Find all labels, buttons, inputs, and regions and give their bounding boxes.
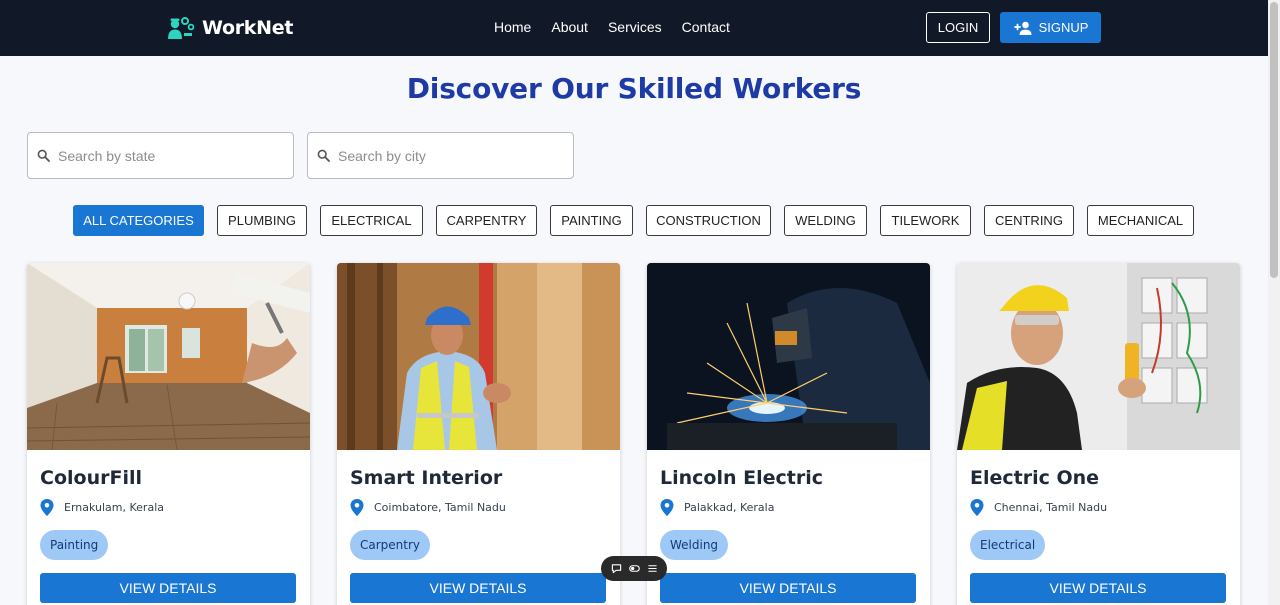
worker-card: ColourFill Ernakulam, Kerala Painting VI… xyxy=(27,263,310,605)
category-plumbing[interactable]: PLUMBING xyxy=(217,205,307,236)
category-painting[interactable]: PAINTING xyxy=(550,205,633,236)
category-tilework[interactable]: TILEWORK xyxy=(880,205,971,236)
view-details-button[interactable]: VIEW DETAILS xyxy=(970,573,1226,603)
category-carpentry[interactable]: CARPENTRY xyxy=(436,205,537,236)
category-electrical[interactable]: ELECTRICAL xyxy=(320,205,423,236)
view-details-button[interactable]: VIEW DETAILS xyxy=(350,573,606,603)
category-centring[interactable]: CENTRING xyxy=(984,205,1074,236)
carpenter-photo xyxy=(337,263,620,450)
painting-room-photo xyxy=(27,263,310,450)
worker-location-text: Ernakulam, Kerala xyxy=(64,501,164,514)
worker-location: Chennai, Tamil Nadu xyxy=(970,499,1107,516)
main-nav: Home About Services Contact xyxy=(494,19,730,35)
location-pin-icon xyxy=(40,499,54,516)
comment-icon[interactable] xyxy=(610,563,622,575)
worker-name: Electric One xyxy=(970,467,1100,489)
state-search-input[interactable] xyxy=(58,147,278,164)
signup-button[interactable]: SIGNUP xyxy=(1000,12,1101,43)
welder-photo xyxy=(647,263,930,450)
search-icon xyxy=(37,149,50,162)
worker-category-badge: Carpentry xyxy=(350,530,431,560)
worker-location-text: Chennai, Tamil Nadu xyxy=(994,501,1108,514)
menu-icon[interactable] xyxy=(646,563,658,575)
worker-card: Electric One Chennai, Tamil Nadu Electri… xyxy=(957,263,1240,605)
brand-logo[interactable]: WorkNet xyxy=(167,15,293,41)
nav-link-about[interactable]: About xyxy=(551,19,588,35)
view-details-button[interactable]: VIEW DETAILS xyxy=(40,573,296,603)
brand-name: WorkNet xyxy=(202,17,294,39)
nav-link-contact[interactable]: Contact xyxy=(682,19,730,35)
login-button[interactable]: LOGIN xyxy=(926,12,990,43)
location-pin-icon xyxy=(970,499,984,516)
toggle-icon[interactable] xyxy=(628,563,640,575)
worker-location: Ernakulam, Kerala xyxy=(40,499,164,516)
location-pin-icon xyxy=(660,499,674,516)
scrollbar-thumb[interactable] xyxy=(1270,2,1278,278)
worker-location: Coimbatore, Tamil Nadu xyxy=(350,499,506,516)
worker-name: ColourFill xyxy=(40,467,142,489)
location-pin-icon xyxy=(350,499,364,516)
worker-location-text: Palakkad, Kerala xyxy=(684,501,775,514)
search-icon xyxy=(317,149,330,162)
nav-link-services[interactable]: Services xyxy=(608,19,662,35)
page-scrollbar[interactable] xyxy=(1268,0,1280,605)
category-all[interactable]: ALL CATEGORIES xyxy=(73,205,204,236)
worker-location: Palakkad, Kerala xyxy=(660,499,774,516)
worker-card: Lincoln Electric Palakkad, Kerala Weldin… xyxy=(647,263,930,605)
worker-category-badge: Welding xyxy=(660,530,729,560)
add-user-icon xyxy=(1013,21,1032,35)
navbar: WorkNet Home About Services Contact LOGI… xyxy=(0,0,1280,56)
workers-gear-icon xyxy=(168,17,195,39)
category-mechanical[interactable]: MECHANICAL xyxy=(1087,205,1194,236)
page-title: Discover Our Skilled Workers xyxy=(406,72,862,105)
city-search-field[interactable] xyxy=(307,132,574,179)
worker-card: Smart Interior Coimbatore, Tamil Nadu Ca… xyxy=(337,263,620,605)
category-welding[interactable]: WELDING xyxy=(784,205,867,236)
electrician-photo xyxy=(957,263,1240,450)
city-search-input[interactable] xyxy=(338,147,558,164)
worker-location-text: Coimbatore, Tamil Nadu xyxy=(374,501,506,514)
worker-category-badge: Painting xyxy=(40,530,109,560)
signup-label: SIGNUP xyxy=(1038,20,1089,35)
state-search-field[interactable] xyxy=(27,132,294,179)
worker-name: Smart Interior xyxy=(350,467,503,489)
category-construction[interactable]: CONSTRUCTION xyxy=(646,205,771,236)
worker-name: Lincoln Electric xyxy=(660,467,823,489)
floating-toolbar xyxy=(601,556,667,581)
worker-category-badge: Electrical xyxy=(970,530,1046,560)
view-details-button[interactable]: VIEW DETAILS xyxy=(660,573,916,603)
nav-link-home[interactable]: Home xyxy=(494,19,531,35)
